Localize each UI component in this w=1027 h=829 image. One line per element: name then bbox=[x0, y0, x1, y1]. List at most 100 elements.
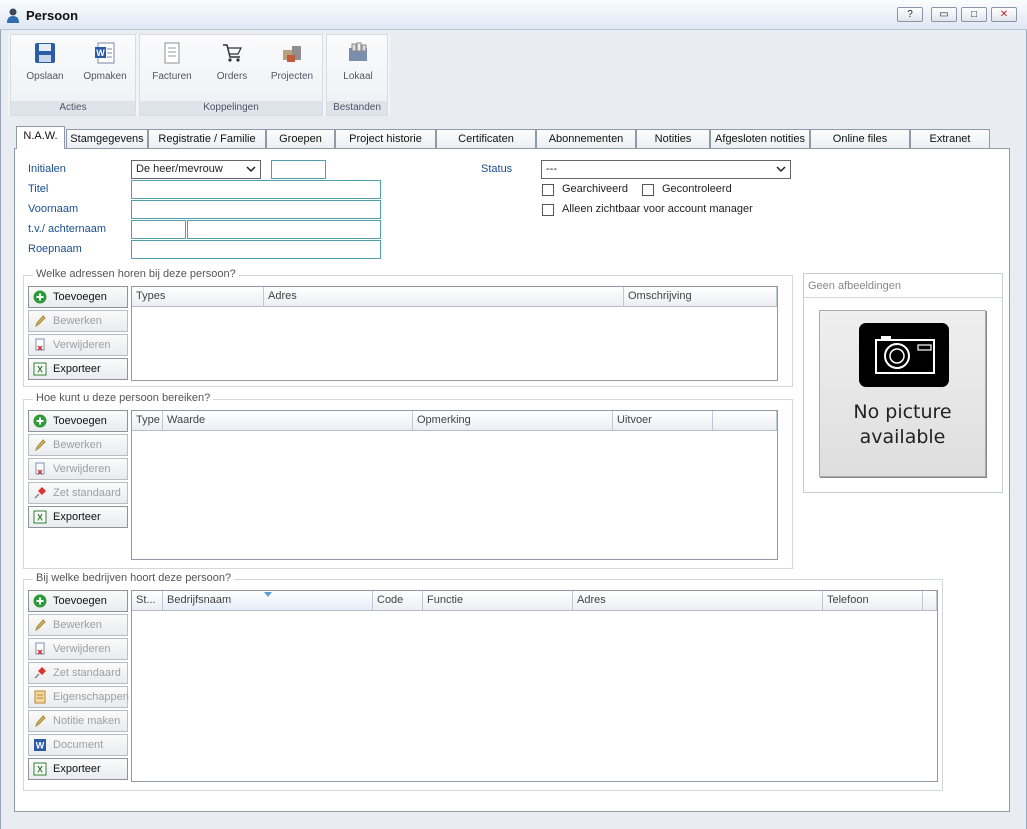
opslaan-button[interactable]: Opslaan bbox=[17, 41, 73, 82]
button-label: Toevoegen bbox=[53, 595, 107, 607]
gecontroleerd-checkbox[interactable] bbox=[642, 184, 654, 196]
chevron-down-icon bbox=[246, 166, 256, 173]
titel-input[interactable] bbox=[131, 180, 381, 199]
no-picture-line2: available bbox=[859, 426, 946, 448]
column-header[interactable]: Code bbox=[373, 591, 423, 611]
maximize-button[interactable]: □ bbox=[961, 7, 987, 22]
pencil-icon bbox=[35, 619, 46, 632]
roepnaam-label: Roepnaam bbox=[28, 243, 82, 255]
add-icon bbox=[33, 414, 47, 428]
pencil-icon bbox=[35, 315, 46, 328]
column-header[interactable]: Adres bbox=[264, 287, 624, 307]
bedrijf-exporteer-button[interactable]: X Exporteer bbox=[28, 758, 128, 780]
person-icon bbox=[7, 8, 19, 23]
bedrijf-eigenschappen-button[interactable]: Eigenschappen bbox=[28, 686, 129, 708]
tab-abonnementen[interactable]: Abonnementen bbox=[536, 129, 636, 148]
column-header[interactable]: St... bbox=[132, 591, 163, 611]
tab-online-files[interactable]: Online files bbox=[810, 129, 910, 148]
column-header[interactable]: Uitvoer bbox=[613, 411, 713, 431]
orders-button[interactable]: Orders bbox=[204, 41, 260, 82]
column-header[interactable]: Telefoon bbox=[823, 591, 923, 611]
button-label: Notitie maken bbox=[53, 715, 121, 727]
contact-zet-standaard-button[interactable]: Zet standaard bbox=[28, 482, 128, 504]
button-label: Exporteer bbox=[53, 511, 101, 523]
aanhef-value: De heer/mevrouw bbox=[136, 163, 223, 175]
account-manager-checkbox[interactable] bbox=[542, 204, 554, 216]
adres-bewerken-button[interactable]: Bewerken bbox=[28, 310, 128, 332]
bedrijf-verwijderen-button[interactable]: Verwijderen bbox=[28, 638, 128, 660]
contact-bewerken-button[interactable]: Bewerken bbox=[28, 434, 128, 456]
bedrijf-zet-standaard-button[interactable]: Zet standaard bbox=[28, 662, 128, 684]
ribbon-group-label: Koppelingen bbox=[140, 101, 322, 115]
achternaam-input[interactable] bbox=[187, 220, 381, 239]
column-header[interactable]: Waarde bbox=[163, 411, 413, 431]
initialen-input[interactable] bbox=[271, 160, 326, 179]
excel-icon: X bbox=[33, 362, 47, 376]
orders-label: Orders bbox=[216, 71, 248, 82]
tussenvoegsel-input[interactable] bbox=[131, 220, 186, 239]
ribbon-group-label: Acties bbox=[11, 101, 135, 115]
sort-indicator-icon bbox=[264, 592, 272, 597]
button-label: Exporteer bbox=[53, 363, 101, 375]
contact-toevoegen-button[interactable]: Toevoegen bbox=[28, 410, 128, 432]
bedrijven-title: Bij welke bedrijven hoort deze persoon? bbox=[33, 572, 235, 584]
tab-registratie-familie[interactable]: Registratie / Familie bbox=[148, 129, 266, 148]
opmaken-label: Opmaken bbox=[83, 71, 127, 82]
tab-project-historie[interactable]: Project historie bbox=[335, 129, 436, 148]
projecten-button[interactable]: Projecten bbox=[264, 41, 320, 82]
contact-grid[interactable]: Type Waarde Opmerking Uitvoer bbox=[131, 410, 778, 560]
button-label: Bewerken bbox=[53, 619, 102, 631]
ribbon-group-label: Bestanden bbox=[327, 101, 387, 115]
column-header[interactable]: Opmerking bbox=[413, 411, 613, 431]
facturen-button[interactable]: Facturen bbox=[144, 41, 200, 82]
column-header[interactable]: Omschrijving bbox=[624, 287, 777, 307]
roepnaam-input[interactable] bbox=[131, 240, 381, 259]
contact-exporteer-button[interactable]: X Exporteer bbox=[28, 506, 128, 528]
adres-exporteer-button[interactable]: X Exporteer bbox=[28, 358, 128, 380]
ribbon: Opslaan W Opmaken Acties Facturen Orders… bbox=[8, 34, 390, 116]
delete-icon bbox=[35, 338, 45, 351]
voornaam-label: Voornaam bbox=[28, 203, 79, 215]
opmaken-button[interactable]: W Opmaken bbox=[77, 41, 133, 82]
save-icon bbox=[35, 43, 55, 63]
word-icon: W bbox=[95, 42, 115, 64]
close-button[interactable]: ✕ bbox=[991, 7, 1017, 22]
column-header[interactable]: Type bbox=[132, 411, 163, 431]
button-label: Exporteer bbox=[53, 763, 101, 775]
no-picture-line1: No picture bbox=[853, 401, 952, 423]
bedrijf-notitie-maken-button[interactable]: Notitie maken bbox=[28, 710, 128, 732]
adressen-grid[interactable]: Types Adres Omschrijving bbox=[131, 286, 778, 381]
picture-header: Geen afbeeldingen bbox=[804, 274, 1002, 298]
help-button[interactable]: ? bbox=[897, 7, 923, 22]
button-label: Document bbox=[53, 739, 104, 751]
tab-naw[interactable]: N.A.W. bbox=[16, 126, 65, 149]
column-header[interactable]: Adres bbox=[573, 591, 823, 611]
bedrijf-document-button[interactable]: W Document bbox=[28, 734, 128, 756]
tab-stamgegevens[interactable]: Stamgegevens bbox=[66, 129, 148, 148]
lokaal-button[interactable]: Lokaal bbox=[330, 41, 386, 82]
chevron-down-icon bbox=[776, 166, 786, 173]
tab-extranet[interactable]: Extranet bbox=[910, 129, 990, 148]
tab-certificaten[interactable]: Certificaten bbox=[436, 129, 536, 148]
minimize-button[interactable]: ▭ bbox=[931, 7, 957, 22]
aanhef-select[interactable]: De heer/mevrouw bbox=[131, 160, 261, 179]
status-select[interactable]: --- bbox=[541, 160, 791, 179]
tab-afgesloten-notities[interactable]: Afgesloten notities bbox=[710, 129, 810, 148]
bedrijf-toevoegen-button[interactable]: Toevoegen bbox=[28, 590, 128, 612]
voornaam-input[interactable] bbox=[131, 200, 381, 219]
adres-toevoegen-button[interactable]: Toevoegen bbox=[28, 286, 128, 308]
column-header[interactable]: Functie bbox=[423, 591, 573, 611]
column-header[interactable]: Bedrijfsnaam bbox=[163, 591, 373, 611]
adressen-title: Welke adressen horen bij deze persoon? bbox=[33, 268, 239, 280]
gearchiveerd-label: Gearchiveerd bbox=[562, 183, 629, 195]
tab-notities[interactable]: Notities bbox=[636, 129, 710, 148]
bedrijf-bewerken-button[interactable]: Bewerken bbox=[28, 614, 128, 636]
button-label: Zet standaard bbox=[53, 487, 121, 499]
adres-verwijderen-button[interactable]: Verwijderen bbox=[28, 334, 128, 356]
contact-verwijderen-button[interactable]: Verwijderen bbox=[28, 458, 128, 480]
gearchiveerd-checkbox[interactable] bbox=[542, 184, 554, 196]
svg-text:X: X bbox=[37, 765, 43, 775]
column-header[interactable]: Types bbox=[132, 287, 264, 307]
tab-groepen[interactable]: Groepen bbox=[266, 129, 335, 148]
bedrijven-grid[interactable]: St... Bedrijfsnaam Code Functie Adres Te… bbox=[131, 590, 938, 782]
